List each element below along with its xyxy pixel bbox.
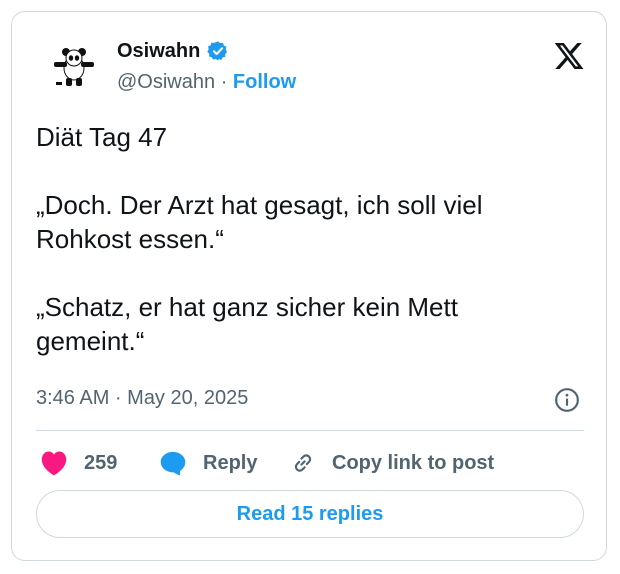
- info-icon[interactable]: [554, 387, 580, 413]
- tweet-card: Osiwahn @Osiwahn · Follow Diät Tag 47 „D…: [11, 11, 607, 561]
- reply-bubble-icon: [160, 451, 186, 476]
- separator-dot: ·: [220, 71, 228, 93]
- like-button[interactable]: 259: [40, 448, 117, 478]
- copy-link-label: Copy link to post: [332, 451, 495, 474]
- tweet-paragraph: „Schatz, er hat ganz sicher kein Mett ge…: [36, 292, 458, 356]
- avatar[interactable]: [50, 42, 98, 90]
- read-replies-button[interactable]: Read 15 replies: [36, 490, 584, 538]
- tweet-timestamp[interactable]: 3:46 AM · May 20, 2025: [36, 387, 248, 410]
- tweet-paragraph: Diät Tag 47: [36, 122, 168, 152]
- heart-icon: [41, 451, 67, 476]
- author-handle-line: @Osiwahn · Follow: [117, 71, 296, 94]
- author-name[interactable]: Osiwahn: [117, 40, 200, 63]
- copy-link-button[interactable]: Copy link to post: [290, 448, 494, 478]
- tweet-text: Diät Tag 47 „Doch. Der Arzt hat gesagt, …: [36, 120, 591, 358]
- x-logo-icon[interactable]: [552, 40, 586, 72]
- follow-button[interactable]: Follow: [233, 71, 296, 93]
- tweet-paragraph: „Doch. Der Arzt hat gesagt, ich soll vie…: [36, 190, 483, 254]
- reply-label: Reply: [203, 451, 258, 474]
- read-replies-label: Read 15 replies: [236, 502, 384, 525]
- verified-badge-icon: [207, 41, 228, 61]
- reply-button[interactable]: Reply: [159, 448, 257, 478]
- link-icon: [294, 454, 312, 472]
- divider: [36, 430, 584, 431]
- like-count: 259: [84, 451, 118, 474]
- author-handle[interactable]: @Osiwahn: [117, 71, 215, 93]
